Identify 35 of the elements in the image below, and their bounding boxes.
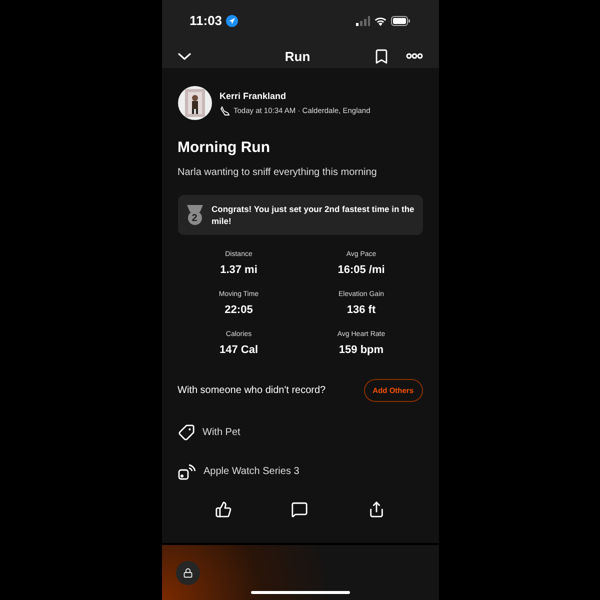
stat-value: 22:05 <box>224 303 253 318</box>
activity-description: Narla wanting to sniff everything this morning <box>178 166 378 180</box>
lock-icon <box>182 568 192 578</box>
stat-value: 159 bpm <box>338 343 384 358</box>
achievement-card[interactable]: 2 Congrats! You just set your 2nd fastest time in the mile! <box>178 194 422 234</box>
more-icon <box>406 53 422 60</box>
share-button[interactable] <box>368 500 385 518</box>
signal-icon <box>356 16 370 26</box>
thumbs-up-icon <box>215 500 232 518</box>
detail-text: With Pet <box>202 426 240 440</box>
stat-value: 147 Cal <box>219 343 258 358</box>
chevron-down-icon <box>178 52 190 60</box>
status-time: 11:03 <box>190 12 222 30</box>
stat-value: 1.37 mi <box>220 263 258 278</box>
lock-button[interactable] <box>176 561 200 585</box>
comment-button[interactable] <box>291 500 308 518</box>
activity-title: Morning Run <box>178 138 271 158</box>
wifi-icon <box>374 16 386 26</box>
like-button[interactable] <box>215 500 232 518</box>
athlete-name[interactable]: Kerri Frankland <box>220 90 370 104</box>
avatar[interactable] <box>178 86 212 120</box>
detail-text: Apple Watch Series 3 <box>204 465 300 480</box>
comment-icon <box>291 500 308 518</box>
location-icon <box>226 14 238 27</box>
add-others-prompt: With someone who didn't record? <box>178 384 326 398</box>
stat-value: 16:05 /mi <box>338 263 385 278</box>
collapse-button[interactable] <box>178 52 190 60</box>
watch-signal-icon <box>178 462 196 481</box>
share-icon <box>368 500 385 518</box>
achievement-text: Congrats! You just set your 2nd fastest time in the mile! <box>212 202 414 226</box>
stat-value: 136 ft <box>346 303 376 318</box>
page-title: Run <box>284 48 310 66</box>
battery-icon <box>390 16 410 26</box>
tag-icon <box>178 424 194 441</box>
more-button[interactable] <box>406 53 422 60</box>
